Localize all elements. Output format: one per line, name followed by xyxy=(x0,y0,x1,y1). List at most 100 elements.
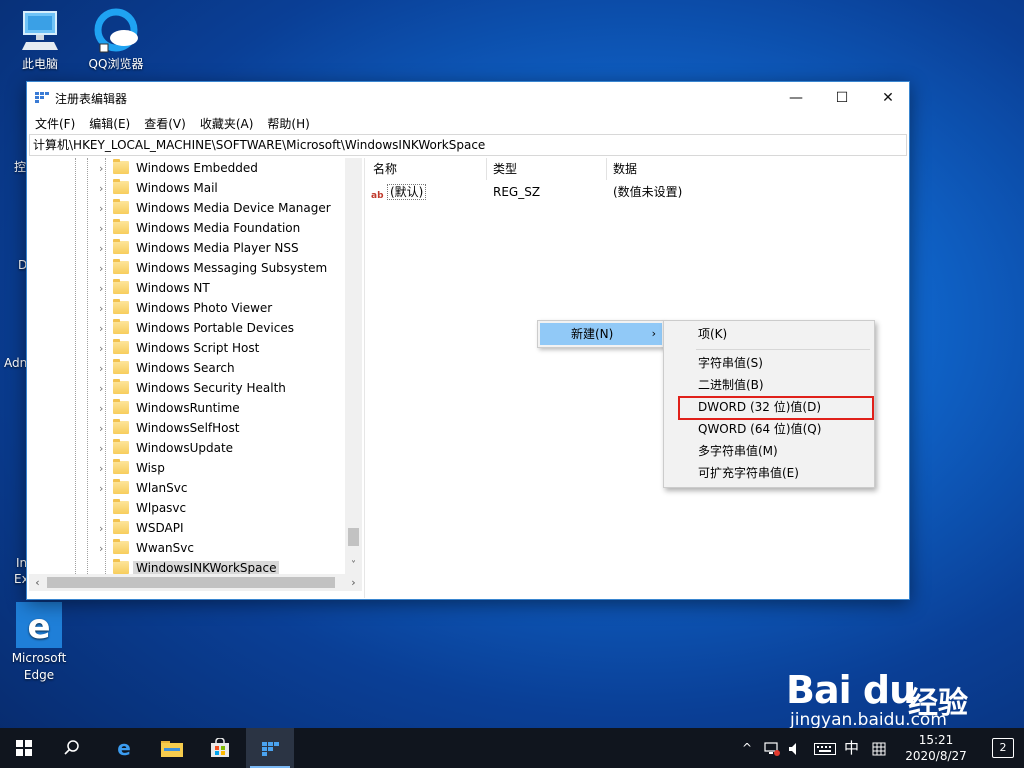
chevron-right-icon[interactable]: › xyxy=(99,319,111,339)
tree-item[interactable]: › Windows Script Host xyxy=(99,338,262,358)
chevron-right-icon[interactable]: › xyxy=(99,299,111,319)
tree-item[interactable]: › WindowsUpdate xyxy=(99,438,236,458)
tree-item[interactable]: › Windows Photo Viewer xyxy=(99,298,275,318)
network-icon[interactable] xyxy=(764,728,780,768)
desktop-icon-label: QQ浏览器 xyxy=(88,57,144,71)
tree-item[interactable]: › Windows NT xyxy=(99,278,213,298)
volume-icon[interactable] xyxy=(788,728,802,768)
column-header-name[interactable]: 名称 xyxy=(367,158,487,180)
tree-item[interactable]: › Windows Media Device Manager xyxy=(99,198,334,218)
menu-item-qword-value[interactable]: QWORD (64 位)值(Q) xyxy=(668,418,870,440)
address-bar[interactable]: 计算机\HKEY_LOCAL_MACHINE\SOFTWARE\Microsof… xyxy=(29,134,907,156)
menu-help[interactable]: 帮助(H) xyxy=(263,114,313,134)
tree-item[interactable]: Wlpasvc xyxy=(99,498,189,518)
folder-icon xyxy=(113,559,129,574)
menu-view[interactable]: 查看(V) xyxy=(140,114,190,134)
chevron-left-icon[interactable]: ‹ xyxy=(29,574,46,591)
close-button[interactable]: ✕ xyxy=(865,82,911,114)
chevron-right-icon[interactable]: › xyxy=(345,574,362,591)
menu-edit[interactable]: 编辑(E) xyxy=(85,114,134,134)
tree-item[interactable]: › WindowsRuntime xyxy=(99,398,243,418)
ime-layout-icon[interactable] xyxy=(872,728,886,768)
chevron-right-icon[interactable]: › xyxy=(99,379,111,399)
menu-item-new[interactable]: 新建(N) › xyxy=(540,323,662,345)
folder-icon xyxy=(113,259,129,274)
tree-item[interactable]: › Windows Security Health xyxy=(99,378,289,398)
chevron-right-icon[interactable]: › xyxy=(99,199,111,219)
folder-icon xyxy=(113,479,129,494)
tree-item[interactable]: › Windows Search xyxy=(99,358,238,378)
search-button[interactable] xyxy=(48,728,96,768)
tree-item[interactable]: › WSDAPI xyxy=(99,518,187,538)
tree-item[interactable]: › Windows Mail xyxy=(99,178,221,198)
taskbar-registry-editor[interactable] xyxy=(246,728,294,768)
chevron-right-icon[interactable]: › xyxy=(99,539,111,559)
desktop-icon-edge[interactable]: e Microsoft Edge xyxy=(7,602,71,684)
minimize-button[interactable]: — xyxy=(773,82,819,114)
folder-icon xyxy=(113,239,129,254)
keyboard-icon[interactable] xyxy=(814,728,836,768)
title-bar[interactable]: 注册表编辑器 — ☐ ✕ xyxy=(27,82,909,114)
chevron-right-icon[interactable]: › xyxy=(99,459,111,479)
start-button[interactable] xyxy=(0,728,48,768)
taskbar-file-explorer[interactable] xyxy=(148,728,196,768)
taskbar-edge[interactable]: e xyxy=(100,728,148,768)
menu-file[interactable]: 文件(F) xyxy=(31,114,79,134)
desktop-icon-partial[interactable]: Adn xyxy=(4,356,27,370)
tree-item[interactable]: › WindowsSelfHost xyxy=(99,418,242,438)
desktop-icon-this-pc[interactable]: 此电脑 xyxy=(8,8,72,73)
chevron-right-icon[interactable]: › xyxy=(99,419,111,439)
menu-item-binary-value[interactable]: 二进制值(B) xyxy=(668,374,870,396)
chevron-right-icon[interactable]: › xyxy=(99,479,111,499)
menu-item-multi-string-value[interactable]: 多字符串值(M) xyxy=(668,440,870,462)
chevron-right-icon[interactable]: › xyxy=(99,439,111,459)
chevron-right-icon[interactable]: › xyxy=(99,219,111,239)
chevron-right-icon[interactable]: › xyxy=(99,359,111,379)
tree-item[interactable]: › WlanSvc xyxy=(99,478,190,498)
clock-date: 2020/8/27 xyxy=(905,749,967,763)
column-header-type[interactable]: 类型 xyxy=(487,158,607,180)
folder-icon xyxy=(113,439,129,454)
taskbar-store[interactable] xyxy=(196,728,244,768)
tree-item[interactable]: › Windows Messaging Subsystem xyxy=(99,258,330,278)
tree-vertical-scrollbar[interactable]: ˅ xyxy=(345,158,362,574)
scrollbar-thumb[interactable] xyxy=(47,577,335,588)
chevron-down-icon[interactable]: ˅ xyxy=(345,558,362,574)
scrollbar-thumb[interactable] xyxy=(348,528,359,546)
regedit-icon xyxy=(262,742,279,756)
menu-item-expandable-string-value[interactable]: 可扩充字符串值(E) xyxy=(668,462,870,484)
tree-horizontal-scrollbar[interactable]: ‹ › xyxy=(29,574,362,591)
regedit-icon xyxy=(35,92,49,103)
menu-item-string-value[interactable]: 字符串值(S) xyxy=(668,352,870,374)
menu-item-key[interactable]: 项(K) xyxy=(668,323,870,345)
ime-mode-indicator[interactable]: 中 xyxy=(844,728,859,768)
system-clock[interactable]: 15:21 2020/8/27 xyxy=(898,728,974,764)
tree-item[interactable]: › Windows Portable Devices xyxy=(99,318,297,338)
value-type-cell: REG_SZ xyxy=(493,185,541,199)
chevron-right-icon[interactable]: › xyxy=(99,239,111,259)
maximize-button[interactable]: ☐ xyxy=(819,82,865,114)
tree-item[interactable]: › Windows Embedded xyxy=(99,158,261,178)
desktop-icon-partial[interactable]: 控 xyxy=(14,158,26,175)
notification-center-button[interactable]: 2 xyxy=(992,738,1014,758)
chevron-right-icon[interactable]: › xyxy=(99,159,111,179)
chevron-right-icon[interactable]: › xyxy=(99,259,111,279)
tree-item[interactable]: › WwanSvc xyxy=(99,538,197,558)
chevron-right-icon[interactable]: › xyxy=(99,179,111,199)
folder-icon xyxy=(113,459,129,474)
tree-item[interactable]: › Windows Media Player NSS xyxy=(99,238,302,258)
chevron-up-icon[interactable]: ^ xyxy=(742,728,752,768)
chevron-right-icon[interactable]: › xyxy=(99,399,111,419)
tree-item[interactable]: › Windows Media Foundation xyxy=(99,218,303,238)
chevron-right-icon[interactable]: › xyxy=(99,279,111,299)
value-row[interactable]: ab (默认) REG_SZ (数值未设置) xyxy=(367,182,909,202)
menu-favorites[interactable]: 收藏夹(A) xyxy=(196,114,258,134)
folder-icon xyxy=(113,419,129,434)
chevron-right-icon[interactable]: › xyxy=(99,519,111,539)
chevron-right-icon[interactable]: › xyxy=(99,339,111,359)
tree-item[interactable]: › Wisp xyxy=(99,458,168,478)
column-header-data[interactable]: 数据 xyxy=(607,158,907,180)
desktop-icon-qq-browser[interactable]: QQ浏览器 xyxy=(84,8,148,73)
watermark-url: jingyan.baidu.com xyxy=(790,710,947,730)
chevron-right-icon: › xyxy=(651,327,656,340)
